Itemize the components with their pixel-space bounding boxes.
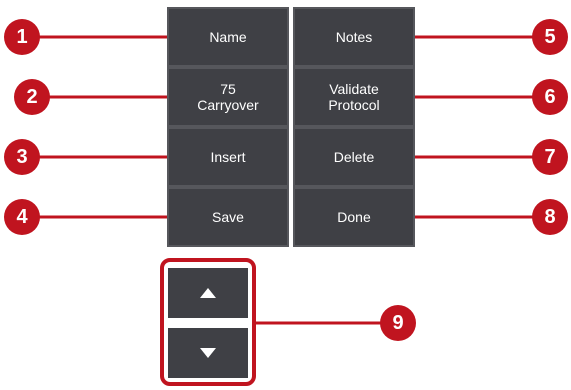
insert-button[interactable]: Insert: [167, 127, 289, 187]
arrow-up-icon: [200, 288, 216, 298]
scroll-up-button[interactable]: [168, 268, 248, 318]
callout-7: 7: [532, 139, 568, 175]
callout-1: 1: [4, 19, 40, 55]
callout-2: 2: [14, 79, 50, 115]
arrow-down-icon: [200, 348, 216, 358]
scroll-down-button[interactable]: [168, 328, 248, 378]
callout-5: 5: [532, 19, 568, 55]
callout-8: 8: [532, 199, 568, 235]
callout-3: 3: [4, 139, 40, 175]
callout-6: 6: [532, 79, 568, 115]
callout-4: 4: [4, 199, 40, 235]
carryover-button[interactable]: 75 Carryover: [167, 67, 289, 127]
callout-9: 9: [380, 305, 416, 341]
delete-button[interactable]: Delete: [293, 127, 415, 187]
notes-button[interactable]: Notes: [293, 7, 415, 67]
save-button[interactable]: Save: [167, 187, 289, 247]
done-button[interactable]: Done: [293, 187, 415, 247]
validate-protocol-button[interactable]: Validate Protocol: [293, 67, 415, 127]
name-button[interactable]: Name: [167, 7, 289, 67]
